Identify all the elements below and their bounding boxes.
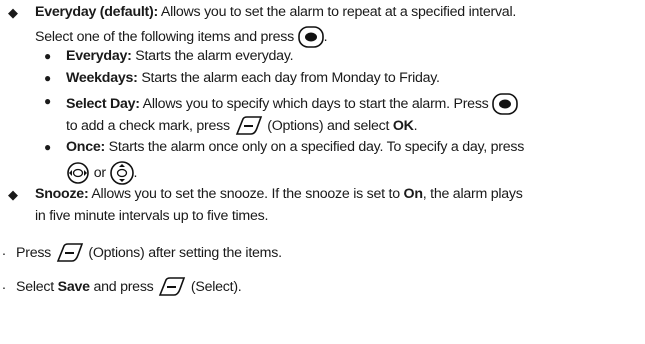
center-key-icon (492, 93, 519, 115)
nav-left-right-icon (66, 162, 90, 184)
everyday-default-term: Everyday (default): (35, 4, 158, 20)
step-number: . (2, 243, 6, 259)
diamond-bullet: ◆ (8, 187, 18, 202)
sub-bullet: ● (44, 94, 51, 108)
soft-key-icon (234, 116, 264, 136)
step-select-save: Select Save and press (Select). (16, 277, 242, 297)
sub-bullet: ● (44, 71, 51, 85)
sub-item-everyday: Everyday: Starts the alarm everyday. (66, 48, 294, 64)
soft-key-icon (55, 243, 85, 263)
step-number: . (2, 277, 6, 293)
soft-key-icon (157, 277, 187, 297)
nav-up-down-icon (109, 161, 134, 185)
sub-bullet: ● (44, 140, 51, 154)
sub-item-once-line2: or . (66, 161, 137, 185)
sub-item-weekdays: Weekdays: Starts the alarm each day from… (66, 70, 440, 86)
step-press-options: Press (Options) after setting the items. (16, 243, 282, 263)
snooze-line1: Snooze: Allows you to set the snooze. If… (35, 186, 523, 202)
sub-item-select-day-line2: to add a check mark, press (Options) and… (66, 116, 418, 136)
everyday-default-line1: Everyday (default): Allows you to set th… (35, 4, 517, 20)
diamond-bullet: ◆ (8, 5, 18, 20)
sub-item-once-line1: Once: Starts the alarm once only on a sp… (66, 139, 525, 155)
everyday-default-line2: Select one of the following items and pr… (35, 26, 328, 48)
sub-bullet: ● (44, 49, 51, 63)
sub-item-select-day-line1: Select Day: Allows you to specify which … (66, 93, 519, 115)
center-key-icon (297, 26, 324, 48)
snooze-line2: in five minute intervals up to five time… (35, 208, 269, 224)
